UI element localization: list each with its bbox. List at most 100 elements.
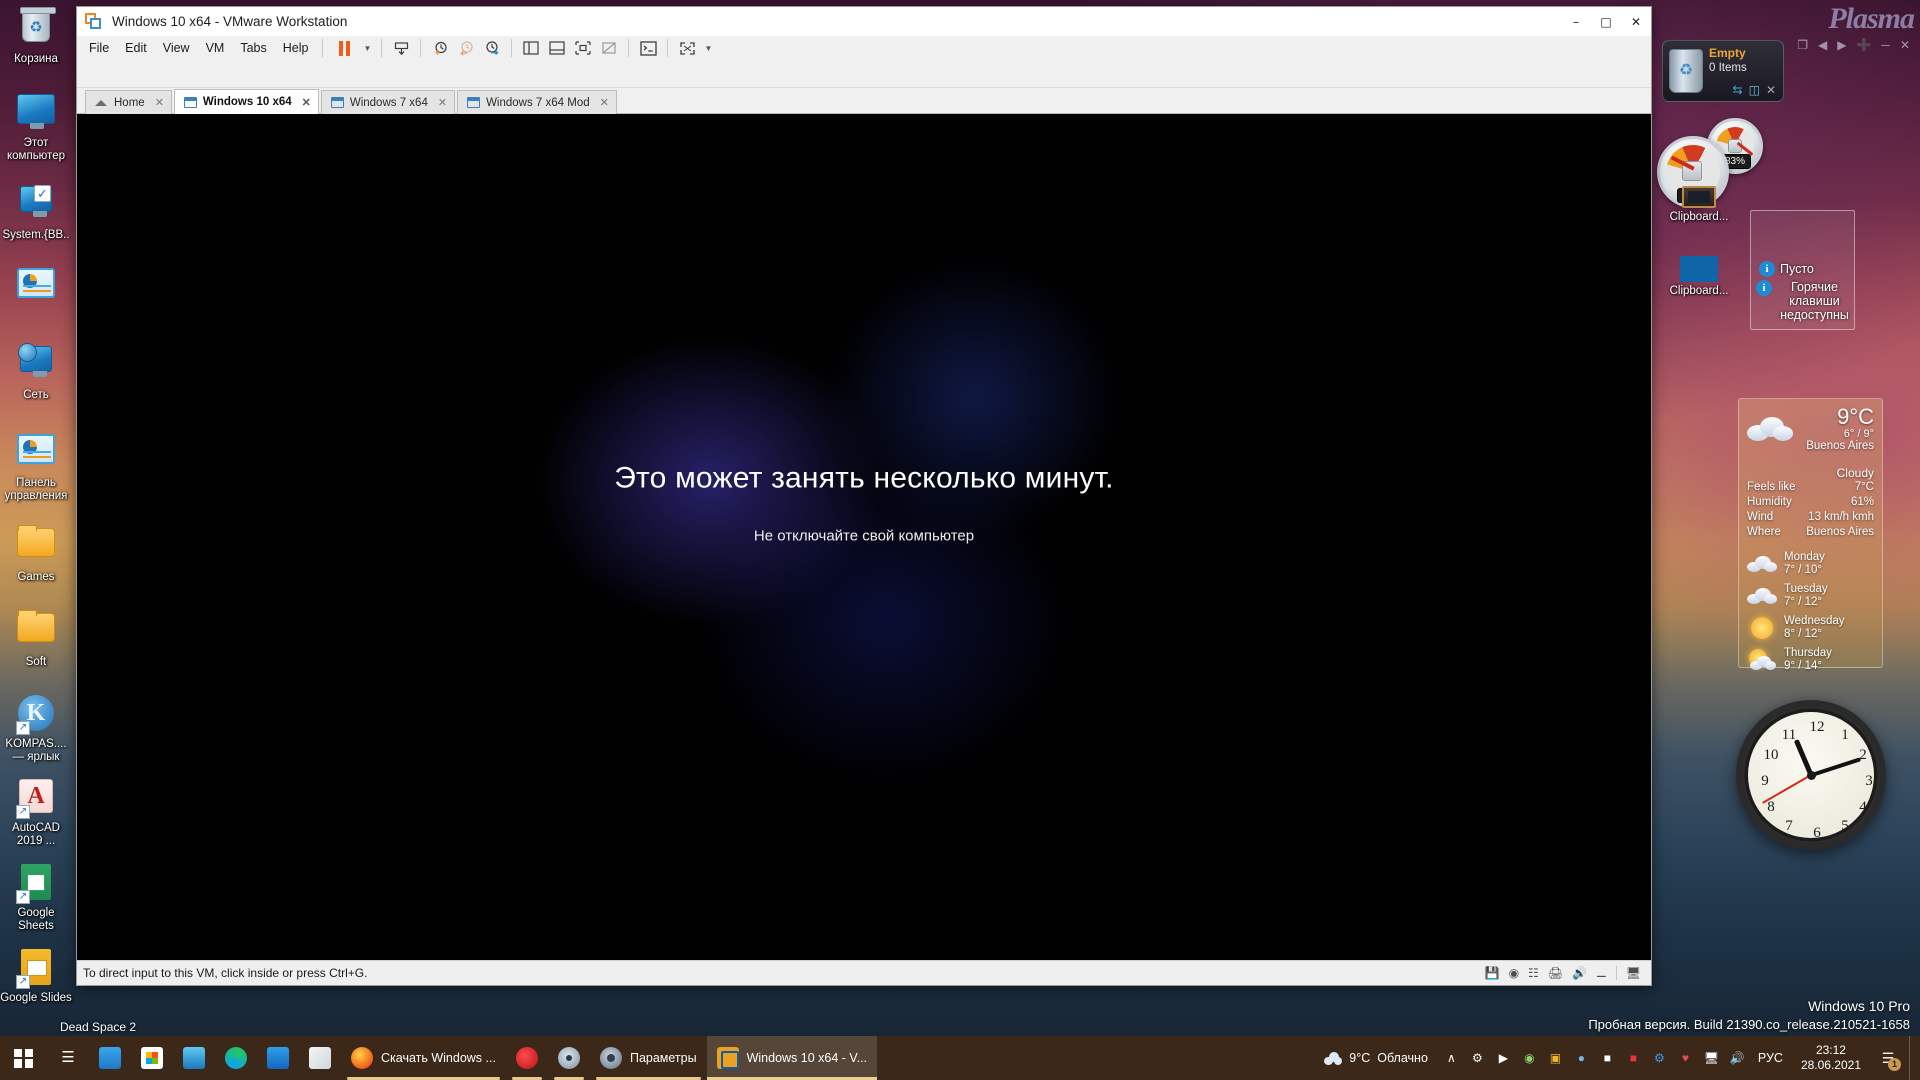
close-icon[interactable]: ✕: [155, 96, 164, 109]
display-icon[interactable]: 🖥: [1626, 966, 1641, 980]
task-view-button[interactable]: ☰: [47, 1036, 89, 1080]
recycle-bin-gadget[interactable]: Empty 0 Items ⇆ ◫ ✕: [1662, 40, 1784, 102]
notification-center-button[interactable]: ☰ 1: [1876, 1046, 1901, 1071]
taskbar-settings[interactable]: Параметры: [590, 1036, 707, 1080]
menu-tabs[interactable]: Tabs: [232, 38, 274, 58]
taskbar-opera[interactable]: [506, 1036, 548, 1080]
desktop-icon-kompas[interactable]: K ↗ KOMPAS.... — ярлык: [0, 687, 72, 764]
tab-windows-7-x64-mod[interactable]: Windows 7 x64 Mod ✕: [457, 90, 617, 114]
menu-view[interactable]: View: [155, 38, 198, 58]
tab-home[interactable]: Home ✕: [85, 90, 172, 114]
desktop-icon-clipboard-manager[interactable]: Clipboard...: [1656, 186, 1742, 223]
hide-console-button[interactable]: [596, 36, 622, 60]
toolbar-separator: [420, 39, 422, 57]
window-title-bar[interactable]: Windows 10 x64 - VMware Workstation – □ …: [77, 7, 1651, 36]
snapshot-take-button[interactable]: [427, 36, 453, 60]
desktop-icon-control-panel-top[interactable]: [0, 258, 72, 308]
hdd-icon[interactable]: 💾: [1485, 966, 1500, 980]
desktop-icon-recycle-bin[interactable]: Корзина: [0, 0, 72, 66]
minimize-button[interactable]: –: [1561, 7, 1591, 36]
next-icon[interactable]: ▶: [1837, 38, 1846, 52]
show-console-button[interactable]: [570, 36, 596, 60]
close-icon[interactable]: ✕: [302, 96, 311, 109]
taskbar-microsoft-store[interactable]: [131, 1036, 173, 1080]
clock-gadget[interactable]: 12 1 2 3 4 5 6 7 8 9 10 11: [1736, 700, 1886, 850]
taskbar-mail-blue[interactable]: [89, 1036, 131, 1080]
show-library-button[interactable]: [518, 36, 544, 60]
taskbar-paint[interactable]: [299, 1036, 341, 1080]
taskbar-this-pc[interactable]: [173, 1036, 215, 1080]
cd-icon[interactable]: ◉: [1509, 966, 1519, 980]
snapshot-manager-button[interactable]: [479, 36, 505, 60]
clipboard-gadget[interactable]: i Пусто i Горячие клавиши недоступны: [1750, 210, 1855, 330]
delete-icon[interactable]: ✕: [1766, 83, 1776, 97]
gadget-window-controls: ❐ ◀ ▶ ➕ ─ ✕: [1797, 38, 1910, 52]
desktop-icon-system-folder[interactable]: ✓ System.{BB..: [0, 173, 72, 242]
toolbar-separator: [381, 39, 383, 57]
desktop-icon-network[interactable]: Сеть: [0, 332, 72, 402]
restore-icon[interactable]: ❐: [1797, 38, 1808, 52]
media-player-icon[interactable]: ◉: [1521, 1050, 1538, 1067]
battery-icon[interactable]: ■: [1599, 1050, 1616, 1067]
menu-help[interactable]: Help: [275, 38, 317, 58]
close-icon[interactable]: ✕: [438, 96, 447, 109]
printer-icon[interactable]: 🖨: [1548, 966, 1563, 980]
add-icon[interactable]: ➕: [1856, 38, 1871, 52]
desktop-icon-label: Панель управления: [4, 477, 68, 502]
tray-weather[interactable]: 9°C Облачно: [1318, 1051, 1434, 1065]
desktop-icon-control-panel[interactable]: Панель управления: [0, 424, 72, 503]
unity-mode-button[interactable]: [635, 36, 661, 60]
language-indicator[interactable]: РУС: [1755, 1051, 1786, 1065]
safely-remove-icon[interactable]: ⚙: [1469, 1050, 1486, 1067]
close-icon[interactable]: ✕: [1900, 38, 1910, 52]
desktop-icon-google-sheets[interactable]: ↗ Google Sheets: [0, 856, 72, 933]
refresh-icon[interactable]: ⇆: [1733, 83, 1743, 97]
tab-windows-10-x64[interactable]: Windows 10 x64 ✕: [173, 89, 319, 114]
network-icon[interactable]: 🖥: [1703, 1050, 1720, 1067]
desktop-icon-autocad[interactable]: A ↗ AutoCAD 2019 ...: [0, 770, 72, 848]
desktop-icon-soft[interactable]: Soft: [0, 602, 72, 669]
suspend-dropdown[interactable]: ▼: [359, 36, 375, 60]
taskbar-disc[interactable]: [548, 1036, 590, 1080]
screen-capture-icon[interactable]: ▶: [1495, 1050, 1512, 1067]
suspend-button[interactable]: [329, 36, 359, 60]
desktop-icon-google-slides[interactable]: ↗ Google Slides: [0, 941, 72, 1005]
desktop-icon-this-pc[interactable]: Этот компьютер: [0, 84, 72, 163]
close-button[interactable]: ✕: [1621, 7, 1651, 36]
start-button[interactable]: [0, 1036, 47, 1080]
desktop-icon-clipboard-shortcut[interactable]: Clipboard...: [1656, 256, 1742, 297]
show-desktop-button[interactable]: [1909, 1036, 1916, 1080]
fullscreen-dropdown[interactable]: ▼: [700, 36, 716, 60]
vm-guest-screen[interactable]: Это может занять несколько минут. Не отк…: [77, 114, 1651, 960]
desktop-icon-games[interactable]: Games: [0, 517, 72, 584]
minimize-icon[interactable]: ─: [1881, 38, 1890, 52]
chevron-up-icon[interactable]: ∧: [1443, 1050, 1460, 1067]
fullscreen-button[interactable]: [674, 36, 700, 60]
prev-icon[interactable]: ◀: [1818, 38, 1827, 52]
bluetooth-icon[interactable]: ⚙: [1651, 1050, 1668, 1067]
weather-gadget[interactable]: 9°C 6° / 9° Buenos Aires Cloudy Feels li…: [1738, 398, 1883, 672]
security-icon[interactable]: ♥: [1677, 1050, 1694, 1067]
taskbar-firefox[interactable]: Скачать Windows ...: [341, 1036, 506, 1080]
taskbar-vmware[interactable]: Windows 10 x64 - V...: [706, 1036, 878, 1080]
adobe-icon[interactable]: ■: [1625, 1050, 1642, 1067]
show-thumbnails-button[interactable]: [544, 36, 570, 60]
tab-windows-7-x64[interactable]: Windows 7 x64 ✕: [320, 90, 456, 114]
menu-vm[interactable]: VM: [198, 38, 233, 58]
snapshot-revert-button[interactable]: [453, 36, 479, 60]
qbittorrent-icon[interactable]: ●: [1573, 1050, 1590, 1067]
maximize-button[interactable]: □: [1591, 7, 1621, 36]
power-button[interactable]: [388, 36, 414, 60]
update-icon[interactable]: ▣: [1547, 1050, 1564, 1067]
taskbar-edge[interactable]: [215, 1036, 257, 1080]
menu-file[interactable]: File: [81, 38, 117, 58]
open-icon[interactable]: ◫: [1749, 83, 1760, 97]
tray-clock[interactable]: 23:12 28.06.2021: [1795, 1043, 1867, 1073]
usb-icon[interactable]: ⚊: [1596, 966, 1607, 980]
sound-icon[interactable]: 🔊: [1572, 966, 1587, 980]
close-icon[interactable]: ✕: [600, 96, 609, 109]
menu-edit[interactable]: Edit: [117, 38, 155, 58]
taskbar-mail[interactable]: [257, 1036, 299, 1080]
volume-icon[interactable]: 🔊: [1729, 1050, 1746, 1067]
network-icon[interactable]: ☷: [1528, 966, 1539, 980]
